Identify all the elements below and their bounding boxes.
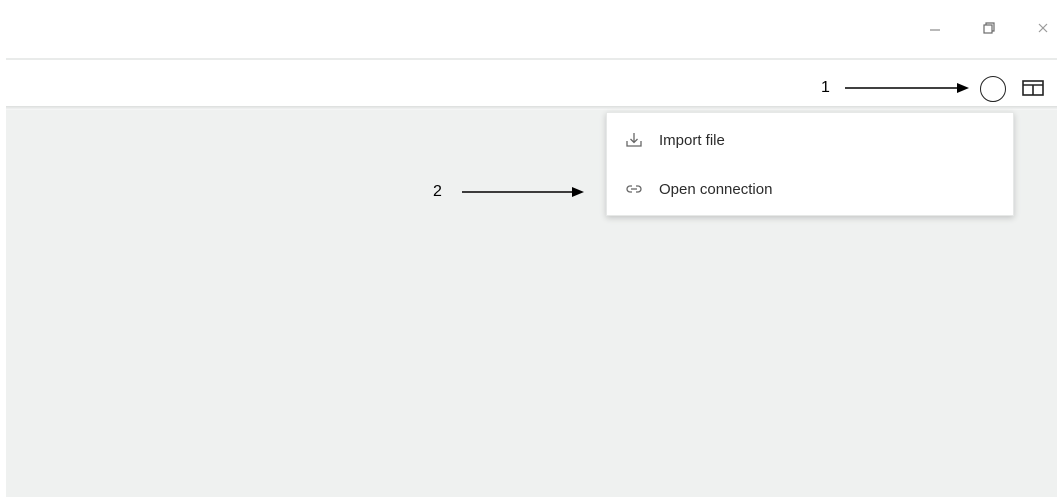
minimize-icon bbox=[930, 29, 940, 31]
menu-item-label: Import file bbox=[659, 131, 725, 149]
annotation-marker-2: 2 bbox=[433, 183, 442, 200]
annotation-arrow-1 bbox=[845, 83, 969, 93]
restore-button[interactable] bbox=[979, 18, 999, 38]
annotation-marker-1: 1 bbox=[821, 79, 830, 96]
close-icon bbox=[1038, 23, 1048, 33]
close-button[interactable] bbox=[1033, 18, 1053, 38]
add-dropdown-menu: Import file Open connection bbox=[606, 112, 1014, 216]
link-icon bbox=[623, 178, 645, 200]
title-bar bbox=[0, 0, 1057, 58]
panel-toggle-button[interactable] bbox=[1020, 77, 1046, 99]
menu-item-label: Open connection bbox=[659, 180, 773, 198]
panel-layout-icon bbox=[1022, 80, 1044, 96]
menu-item-import-file[interactable]: Import file bbox=[607, 117, 1013, 163]
app-window: Import file Open connection 1 2 bbox=[0, 0, 1057, 497]
menu-item-open-connection[interactable]: Open connection bbox=[607, 166, 1013, 212]
annotation-arrow-2 bbox=[462, 187, 584, 197]
restore-icon bbox=[983, 22, 995, 34]
minimize-button[interactable] bbox=[925, 18, 945, 38]
add-menu-button[interactable] bbox=[980, 76, 1006, 102]
download-icon bbox=[623, 129, 645, 151]
